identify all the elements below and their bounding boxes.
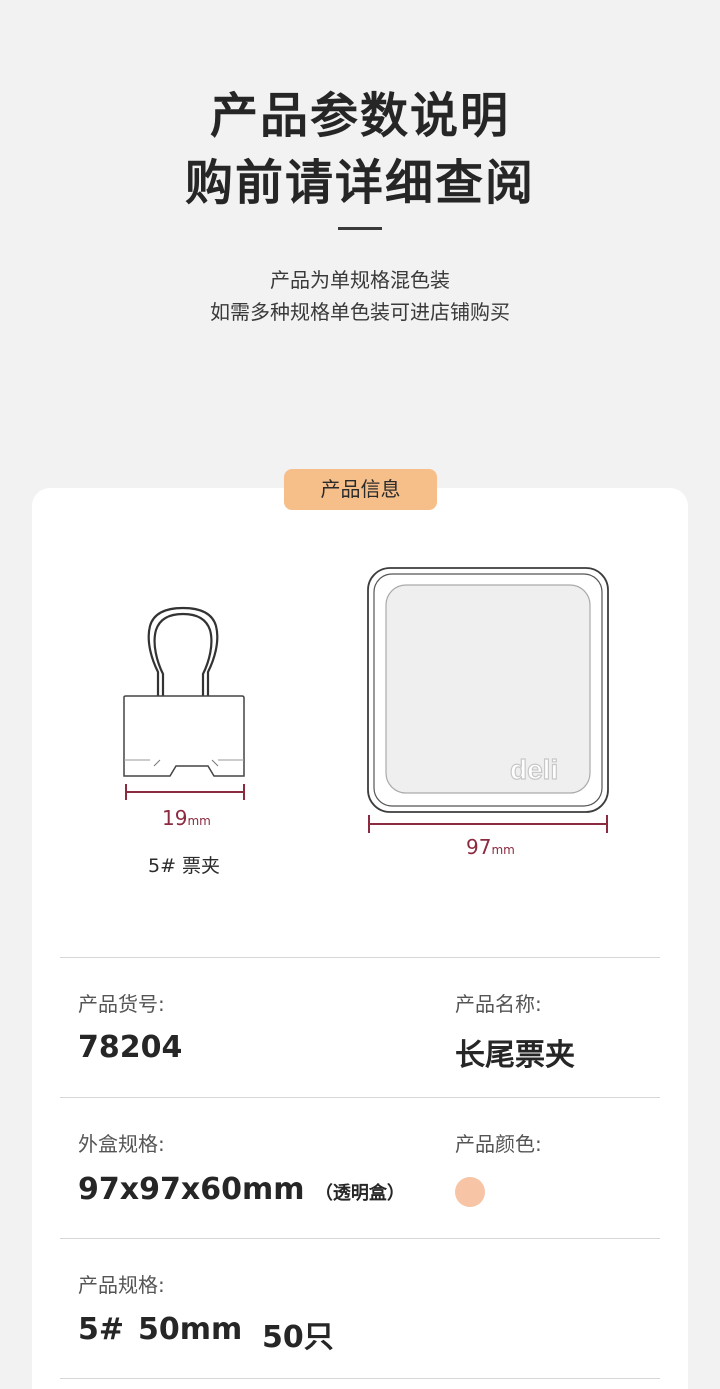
spec-divider <box>60 1097 660 1098</box>
product-spec-qty: 50只 <box>262 1320 334 1355</box>
spec-divider <box>60 957 660 958</box>
clip-body <box>123 695 245 777</box>
spec-divider <box>60 1238 660 1239</box>
product-name-value: 长尾票夹 <box>455 1038 575 1073</box>
product-spec-length: 50mm <box>138 1312 243 1347</box>
subtitle-line2: 如需多种规格单色装可进店铺购买 <box>210 300 510 324</box>
subtitle-line1: 产品为单规格混色装 <box>270 268 450 292</box>
product-color-label: 产品颜色: <box>455 1132 542 1156</box>
deli-logo: deli <box>510 754 558 785</box>
item-no-label: 产品货号: <box>78 992 165 1016</box>
page-title-line1: 产品参数说明 <box>209 88 510 144</box>
item-no-value: 78204 <box>78 1030 183 1065</box>
clip-width-label: 19mm <box>162 806 211 830</box>
spec-divider <box>60 1378 660 1379</box>
product-color-swatch <box>455 1177 485 1207</box>
clip-name: 5# 票夹 <box>148 855 221 877</box>
binder-clip-illustration <box>123 606 245 800</box>
box-spec-label: 外盒规格: <box>78 1132 165 1156</box>
product-info-tag: 产品信息 <box>284 469 437 510</box>
page-title-line2: 购前请详细查阅 <box>184 155 535 211</box>
box-illustration: deli <box>367 567 609 833</box>
box-spec-note: （透明盒） <box>314 1183 405 1204</box>
product-name-label: 产品名称: <box>455 992 542 1016</box>
product-spec-size: 5# <box>78 1312 125 1347</box>
box-lid <box>385 584 591 794</box>
box-width-label: 97mm <box>466 835 515 859</box>
title-divider <box>338 227 382 230</box>
box-spec-value: 97x97x60mm （透明盒） <box>78 1172 405 1207</box>
clip-dimension-line <box>125 784 245 800</box>
product-spec-label: 产品规格: <box>78 1273 165 1297</box>
box-dimension-line <box>368 815 608 833</box>
